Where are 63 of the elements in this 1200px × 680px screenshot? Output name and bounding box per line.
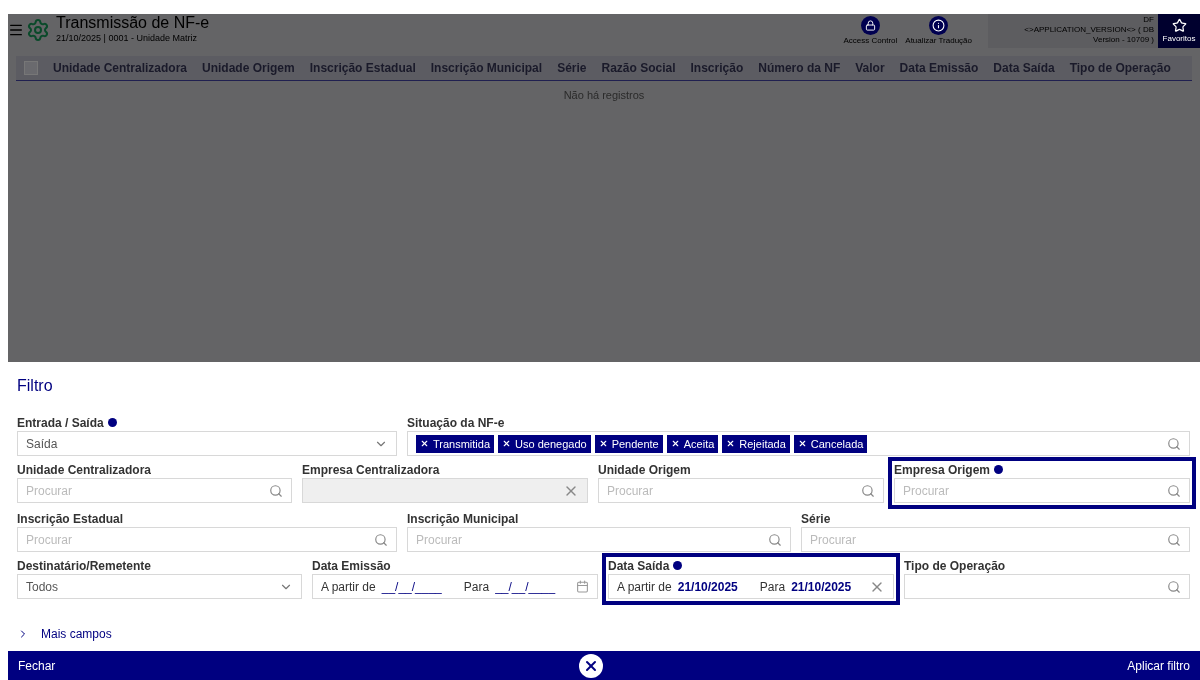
select-field[interactable]: Saída (17, 431, 397, 456)
column-header[interactable]: Data Saída (993, 59, 1055, 77)
favorites-button[interactable]: Favoritos (1158, 14, 1200, 48)
column-header[interactable]: Inscrição Municipal (430, 59, 543, 77)
from-label: A partir de (321, 578, 376, 596)
column-header[interactable]: Unidade Origem (202, 59, 295, 77)
field-label: Empresa Origem (894, 461, 991, 479)
close-filter-button[interactable]: Fechar (18, 656, 56, 675)
column-header[interactable]: Série (557, 59, 587, 77)
search-field[interactable]: Procurar (17, 527, 397, 552)
version-text: <>APPLICATION_VERSION<> ( DB (1024, 25, 1154, 35)
field-label: Destinatário/Remetente (17, 557, 152, 575)
field-label: Tipo de Operação (904, 557, 1006, 575)
tags-field[interactable]: Transmitida Uso denegado Pendente Aceita Rejeitada Cancelada (407, 431, 1190, 456)
field-label: Situação da NF-e (407, 414, 505, 432)
field-label: Inscrição Municipal (407, 510, 519, 528)
to-label: Para (463, 578, 490, 596)
version-text: Version - 10709 ) (1093, 35, 1154, 45)
status-tag[interactable]: Uso denegado (498, 434, 591, 453)
from-date: 21/10/2025 (677, 578, 738, 596)
more-fields-link[interactable]: Mais campos (17, 625, 112, 643)
column-header[interactable]: Inscrição (690, 59, 744, 77)
search-field[interactable]: Procurar (17, 478, 292, 503)
date-range-field[interactable]: A partir de 21/10/2025 Para 21/10/2025 (608, 574, 894, 599)
search-field[interactable]: Procurar (801, 527, 1190, 552)
empty-message: Não há registros (563, 88, 645, 103)
status-tag[interactable]: Rejeitada (722, 434, 790, 453)
column-header[interactable]: Número da NF (758, 59, 841, 77)
filter-title: Filtro (17, 376, 54, 396)
column-header[interactable]: Data Emissão (899, 59, 979, 77)
field-label: Unidade Centralizadora (17, 461, 152, 479)
apply-filter-button[interactable]: Aplicar filtro (1127, 656, 1190, 675)
field-label: Data Emissão (312, 557, 391, 575)
page-subtitle: 21/10/2025 | 0001 - Unidade Matriz (56, 32, 198, 45)
date-range-field[interactable]: A partir de __/__/____ Para __/__/____ (312, 574, 598, 599)
search-field[interactable]: Procurar (598, 478, 884, 503)
field-label: Empresa Centralizadora (302, 461, 440, 479)
column-header[interactable]: Unidade Centralizadora (53, 59, 188, 77)
to-label: Para (759, 578, 786, 596)
field-label: Entrada / Saída (17, 414, 104, 432)
toolbar-button[interactable]: Access Control (839, 14, 902, 48)
from-label: A partir de (617, 578, 672, 596)
field-label: Unidade Origem (598, 461, 691, 479)
version-text: DF (1143, 15, 1154, 25)
field-label: Data Saída (608, 557, 670, 575)
status-tag[interactable]: Transmitida (416, 434, 495, 453)
status-tag[interactable]: Aceita (666, 434, 719, 453)
page-title: Transmissão de NF-e (56, 14, 210, 32)
column-header[interactable]: Inscrição Estadual (309, 59, 416, 77)
status-tag[interactable]: Pendente (594, 434, 663, 453)
to-date: __/__/____ (495, 578, 556, 596)
search-field[interactable]: Procurar (894, 478, 1190, 503)
toolbar-button[interactable]: Atualizar Tradução (901, 14, 976, 48)
status-tag[interactable]: Cancelada (793, 434, 868, 453)
column-header[interactable]: Tipo de Operação (1069, 59, 1171, 77)
field-label: Série (801, 510, 831, 528)
search-field[interactable]: Procurar (407, 527, 791, 552)
field-label: Inscrição Estadual (17, 510, 124, 528)
from-date: __/__/____ (381, 578, 442, 596)
select-field[interactable]: Todos (17, 574, 302, 599)
column-header[interactable]: Valor (855, 59, 885, 77)
to-date: 21/10/2025 (791, 578, 852, 596)
column-header[interactable]: Razão Social (601, 59, 676, 77)
